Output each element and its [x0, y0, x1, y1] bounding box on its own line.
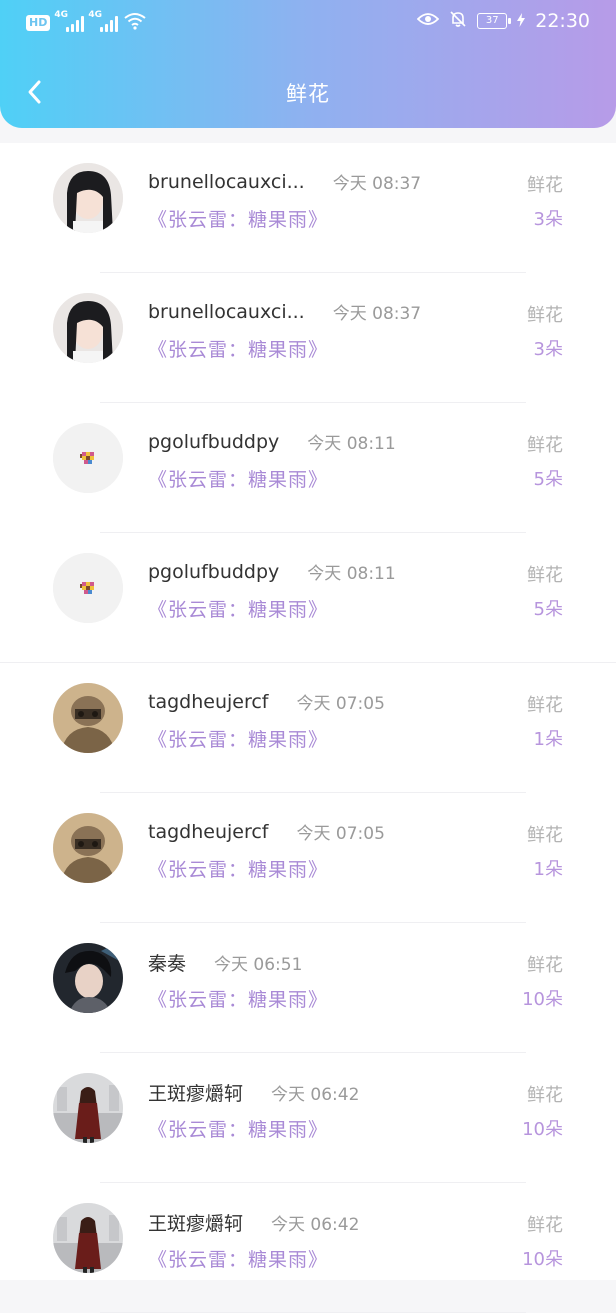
username[interactable]: pgolufbuddpy: [148, 431, 279, 453]
gift-count: 3朵: [533, 339, 563, 360]
song-title[interactable]: 《张云雷：糖果雨》: [148, 1245, 328, 1272]
gift-label: 鲜花: [527, 175, 563, 196]
battery-icon: 37: [477, 13, 512, 29]
status-time: 22:30: [535, 10, 590, 32]
timestamp: 今天 07:05: [296, 824, 385, 844]
username[interactable]: 王斑瘳爝轲: [148, 1079, 243, 1106]
flower-gift-list: brunellocauxci... 今天 08:37 《张云雷：糖果雨》 鲜花 …: [0, 143, 616, 1313]
gift-count: 1朵: [533, 859, 563, 880]
gift-label: 鲜花: [527, 1085, 563, 1106]
list-item-3[interactable]: pgolufbuddpy 今天 08:11 《张云雷：糖果雨》 鲜花 5朵: [0, 403, 616, 533]
hd-badge: HD: [26, 15, 51, 31]
avatar[interactable]: [53, 423, 123, 493]
avatar[interactable]: [53, 813, 123, 883]
username[interactable]: tagdheujercf: [148, 691, 269, 713]
app-header: HD 4G 4G 37 22:30 鲜花: [0, 0, 616, 128]
song-title[interactable]: 《张云雷：糖果雨》: [148, 465, 328, 492]
page-title: 鲜花: [286, 82, 330, 106]
list-item-9[interactable]: 王斑瘳爝轲 今天 06:42 《张云雷：糖果雨》 鲜花 10朵: [0, 1183, 616, 1313]
list-item-5[interactable]: tagdheujercf 今天 07:05 《张云雷：糖果雨》 鲜花 1朵: [0, 663, 616, 793]
username[interactable]: pgolufbuddpy: [148, 561, 279, 583]
avatar[interactable]: [53, 553, 123, 623]
avatar[interactable]: [53, 163, 123, 233]
list-item-4[interactable]: pgolufbuddpy 今天 08:11 《张云雷：糖果雨》 鲜花 5朵: [0, 533, 616, 663]
gift-label: 鲜花: [527, 955, 563, 976]
gift-label: 鲜花: [527, 435, 563, 456]
gift-label: 鲜花: [527, 305, 563, 326]
gift-label: 鲜花: [527, 1215, 563, 1236]
wifi-icon: [124, 12, 146, 34]
gift-count: 5朵: [533, 469, 563, 490]
gift-label: 鲜花: [527, 565, 563, 586]
list-item-6[interactable]: tagdheujercf 今天 07:05 《张云雷：糖果雨》 鲜花 1朵: [0, 793, 616, 923]
avatar[interactable]: [53, 293, 123, 363]
song-title[interactable]: 《张云雷：糖果雨》: [148, 725, 328, 752]
song-title[interactable]: 《张云雷：糖果雨》: [148, 1115, 328, 1142]
timestamp: 今天 08:37: [332, 174, 422, 194]
username[interactable]: brunellocauxci...: [148, 171, 305, 193]
song-title[interactable]: 《张云雷：糖果雨》: [148, 595, 328, 622]
avatar[interactable]: [53, 683, 123, 753]
timestamp: 今天 07:05: [296, 694, 385, 714]
timestamp: 今天 06:51: [214, 955, 303, 975]
timestamp: 今天 06:42: [271, 1215, 360, 1235]
username[interactable]: brunellocauxci...: [148, 301, 305, 323]
gift-count: 3朵: [533, 209, 563, 230]
username[interactable]: 王斑瘳爝轲: [148, 1209, 243, 1236]
gift-count: 10朵: [522, 989, 563, 1010]
charging-icon: [517, 12, 526, 31]
timestamp: 今天 08:37: [332, 304, 422, 324]
title-bar: 鲜花: [0, 62, 616, 122]
gift-label: 鲜花: [527, 825, 563, 846]
avatar[interactable]: [53, 1203, 123, 1273]
signal-icon-sim1: 4G: [54, 10, 85, 32]
song-title[interactable]: 《张云雷：糖果雨》: [148, 985, 328, 1012]
username[interactable]: tagdheujercf: [148, 821, 269, 843]
gift-count: 10朵: [522, 1249, 563, 1270]
gift-count: 5朵: [533, 599, 563, 620]
list-item-7[interactable]: 秦奏 今天 06:51 《张云雷：糖果雨》 鲜花 10朵: [0, 923, 616, 1053]
song-title[interactable]: 《张云雷：糖果雨》: [148, 205, 328, 232]
list-item-8[interactable]: 王斑瘳爝轲 今天 06:42 《张云雷：糖果雨》 鲜花 10朵: [0, 1053, 616, 1183]
gift-label: 鲜花: [527, 695, 563, 716]
mute-bell-icon: [449, 10, 467, 32]
list-item-1[interactable]: brunellocauxci... 今天 08:37 《张云雷：糖果雨》 鲜花 …: [0, 143, 616, 273]
gift-count: 1朵: [533, 729, 563, 750]
username[interactable]: 秦奏: [148, 949, 186, 976]
avatar[interactable]: [53, 1073, 123, 1143]
timestamp: 今天 08:11: [307, 564, 396, 584]
song-title[interactable]: 《张云雷：糖果雨》: [148, 335, 328, 362]
timestamp: 今天 08:11: [307, 434, 396, 454]
eye-comfort-icon: [416, 11, 440, 31]
gift-count: 10朵: [522, 1119, 563, 1140]
status-left: HD 4G 4G: [26, 10, 146, 34]
avatar[interactable]: [53, 943, 123, 1013]
timestamp: 今天 06:42: [271, 1085, 360, 1105]
status-right: 37 22:30: [416, 10, 590, 32]
signal-icon-sim2: 4G: [88, 10, 119, 32]
song-title[interactable]: 《张云雷：糖果雨》: [148, 855, 328, 882]
status-bar: HD 4G 4G 37 22:30: [0, 0, 616, 48]
list-item-2[interactable]: brunellocauxci... 今天 08:37 《张云雷：糖果雨》 鲜花 …: [0, 273, 616, 403]
